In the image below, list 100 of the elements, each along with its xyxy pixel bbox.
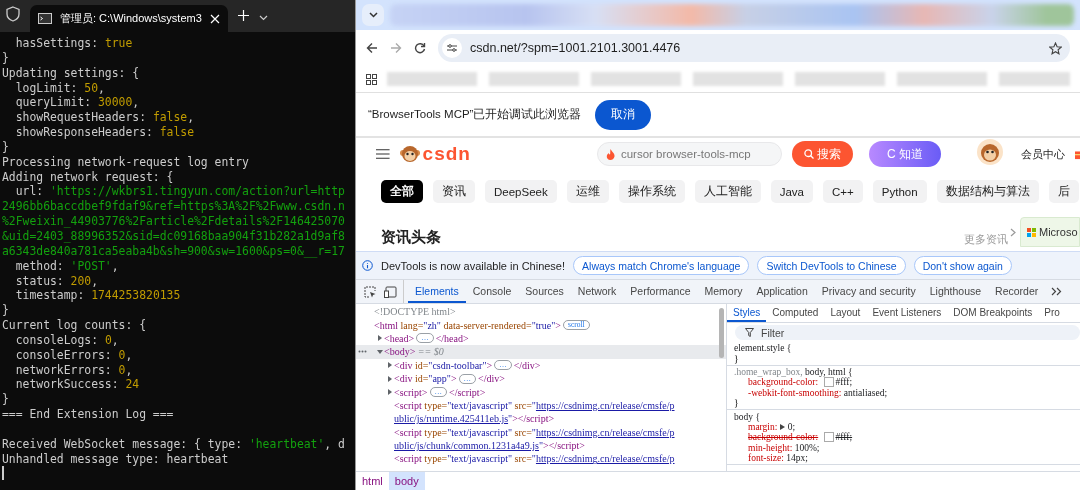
css-value[interactable]: 14px; [786,453,808,464]
devtools-tab[interactable]: Console [465,280,519,303]
devtools-tab[interactable]: Privacy and security [814,280,923,303]
filter-field[interactable]: Filter [735,325,1080,340]
closing-brace: } [734,397,740,409]
color-swatch[interactable] [823,377,834,388]
category-chip[interactable]: 运维 [566,180,609,203]
styles-tab[interactable]: Layout [824,304,867,322]
html-tag: <script [394,453,422,465]
devtools-tab[interactable]: Sources [518,280,571,303]
close-icon[interactable] [210,13,220,24]
url-link[interactable]: ublic/js/chunk/common.1231a4a9.js [394,440,539,452]
inspect-icon[interactable] [364,285,376,298]
url-link[interactable]: ublic/js/runtime.425411eb.js [394,413,509,425]
search-input[interactable]: cursor browser-tools-mcp [618,147,773,161]
css-value[interactable]: 0; [787,421,796,432]
styles-tab[interactable]: Styles [727,304,767,322]
styles-tab[interactable]: Computed [766,304,825,322]
reload-icon[interactable] [414,42,426,54]
apps-icon[interactable] [366,73,377,85]
url-link[interactable]: https://csdnimg.cn/release/cmsfe/p [535,426,675,438]
cancel-button[interactable]: 取消 [595,99,652,130]
css-property[interactable]: font-size: [748,453,784,464]
collapsed-triangle-icon[interactable] [387,375,393,382]
css-value[interactable]: 100%; [794,442,820,453]
css-property[interactable]: margin: [748,421,778,432]
more-tabs-icon[interactable] [1051,286,1063,296]
dom-row[interactable]: <body> == $0 [356,345,726,359]
banner-button[interactable]: Don't show again [913,256,1012,275]
category-chip[interactable]: 资讯 [433,180,475,203]
member-center-link[interactable]: 会员中心 [1020,146,1065,162]
back-icon[interactable] [366,42,378,54]
tune-icon[interactable] [447,44,457,52]
dom-row[interactable]: <script type="text/javascript" src="https://csdnimg.cn/release/cmsfe/p [356,425,726,439]
monkey-avatar-icon[interactable] [976,139,1003,165]
css-property[interactable]: min-height: [748,442,793,453]
gift-icon[interactable] [1074,148,1080,160]
color-swatch[interactable] [823,432,834,443]
category-chip[interactable]: 人工智能 [694,180,761,203]
collapsed-triangle-icon[interactable] [377,335,383,342]
scrollbar[interactable] [719,308,724,358]
breadcrumb[interactable]: body [388,472,425,490]
collapsed-triangle-icon[interactable] [387,389,393,396]
dom-row[interactable]: <script type="text/javascript" src="https://csdnimg.cn/release/cmsfe/p [356,452,726,466]
devtools-tab[interactable]: Performance [623,280,698,303]
tab-search-button[interactable] [362,4,384,26]
chevron-right-icon[interactable] [1010,228,1016,237]
ad-card[interactable]: Microso [1020,217,1080,247]
category-chip[interactable]: DeepSeek [485,180,557,203]
terminal-line: networkErrors: 0, [14,362,134,378]
styles-tab[interactable]: DOM Breakpoints [947,304,1039,322]
menu-icon[interactable] [376,148,390,160]
breadcrumb[interactable]: html [356,472,389,490]
devtools-tab[interactable]: Application [749,280,815,303]
css-property[interactable]: -webkit-font-smoothing: [748,387,842,398]
more-dots-icon[interactable] [358,350,367,354]
css-value[interactable]: antialiased; [843,387,888,398]
devtools-tab[interactable]: Recorder [988,280,1046,303]
category-chip[interactable]: 操作系统 [618,180,685,203]
devtools-tab[interactable]: Lighthouse [922,280,989,303]
expand-triangle-icon[interactable] [779,423,785,430]
ai-button[interactable]: C 知道 [868,141,941,167]
dom-row[interactable]: <!DOCTYPE html> [356,305,726,319]
plus-icon[interactable] [238,10,249,21]
css-value[interactable]: #fff; [835,432,853,443]
url-link[interactable]: https://csdnimg.cn/release/cmsfe/p [535,453,675,465]
terminal-line: } [2,139,10,155]
expanded-triangle-icon[interactable] [377,348,383,355]
devtools-tab[interactable]: Elements [408,280,466,303]
devtools-tab[interactable]: Memory [697,280,750,303]
shield-icon[interactable] [6,6,20,22]
styles-tab[interactable]: Pro [1038,304,1066,322]
category-chip[interactable]: C++ [823,180,863,203]
terminal-line: %2Fweixin_44903776%2Farticle%2Fdetails%2F146425070 [2,214,346,229]
chevron-down-icon [368,12,378,18]
css-property[interactable]: background-color: [748,377,819,388]
category-chip[interactable]: 后 [1048,180,1079,203]
css-value[interactable]: #fff; [835,377,853,388]
category-chip[interactable]: Python [872,180,927,203]
search-field[interactable]: cursor browser-tools-mcp [596,142,782,166]
star-icon[interactable] [1049,41,1062,55]
filter-input[interactable]: Filter [759,325,963,340]
device-icon[interactable] [384,285,397,298]
css-property[interactable]: background-color: [748,432,819,443]
address-bar[interactable]: csdn.net/?spm=1001.2101.3001.4476 [438,34,1070,62]
category-chip[interactable]: 数据结构与算法 [936,180,1039,203]
terminal-line: Unhandled message type: heartbeat [2,451,230,467]
collapsed-triangle-icon[interactable] [387,362,393,369]
chevron-down-icon[interactable] [259,15,268,21]
terminal-line: consoleErrors: 0, [14,347,134,363]
category-chip[interactable]: 全部 [381,180,423,203]
styles-tab[interactable]: Event Listeners [866,304,948,322]
devtools-tab[interactable]: Network [570,280,624,303]
banner-button[interactable]: Switch DevTools to Chinese [757,256,906,275]
banner-message: DevTools is now available in Chinese! [381,259,566,272]
category-chip[interactable]: Java [770,180,813,203]
url-link[interactable]: https://csdnimg.cn/release/cmsfe/p [535,399,675,411]
dom-row[interactable]: <script type="text/javascript" src="https://csdnimg.cn/release/cmsfe/p [356,398,726,413]
terminal-tab[interactable]: 管理员: C:\Windows\system3 [30,5,228,32]
banner-button[interactable]: Always match Chrome's language [573,256,750,275]
